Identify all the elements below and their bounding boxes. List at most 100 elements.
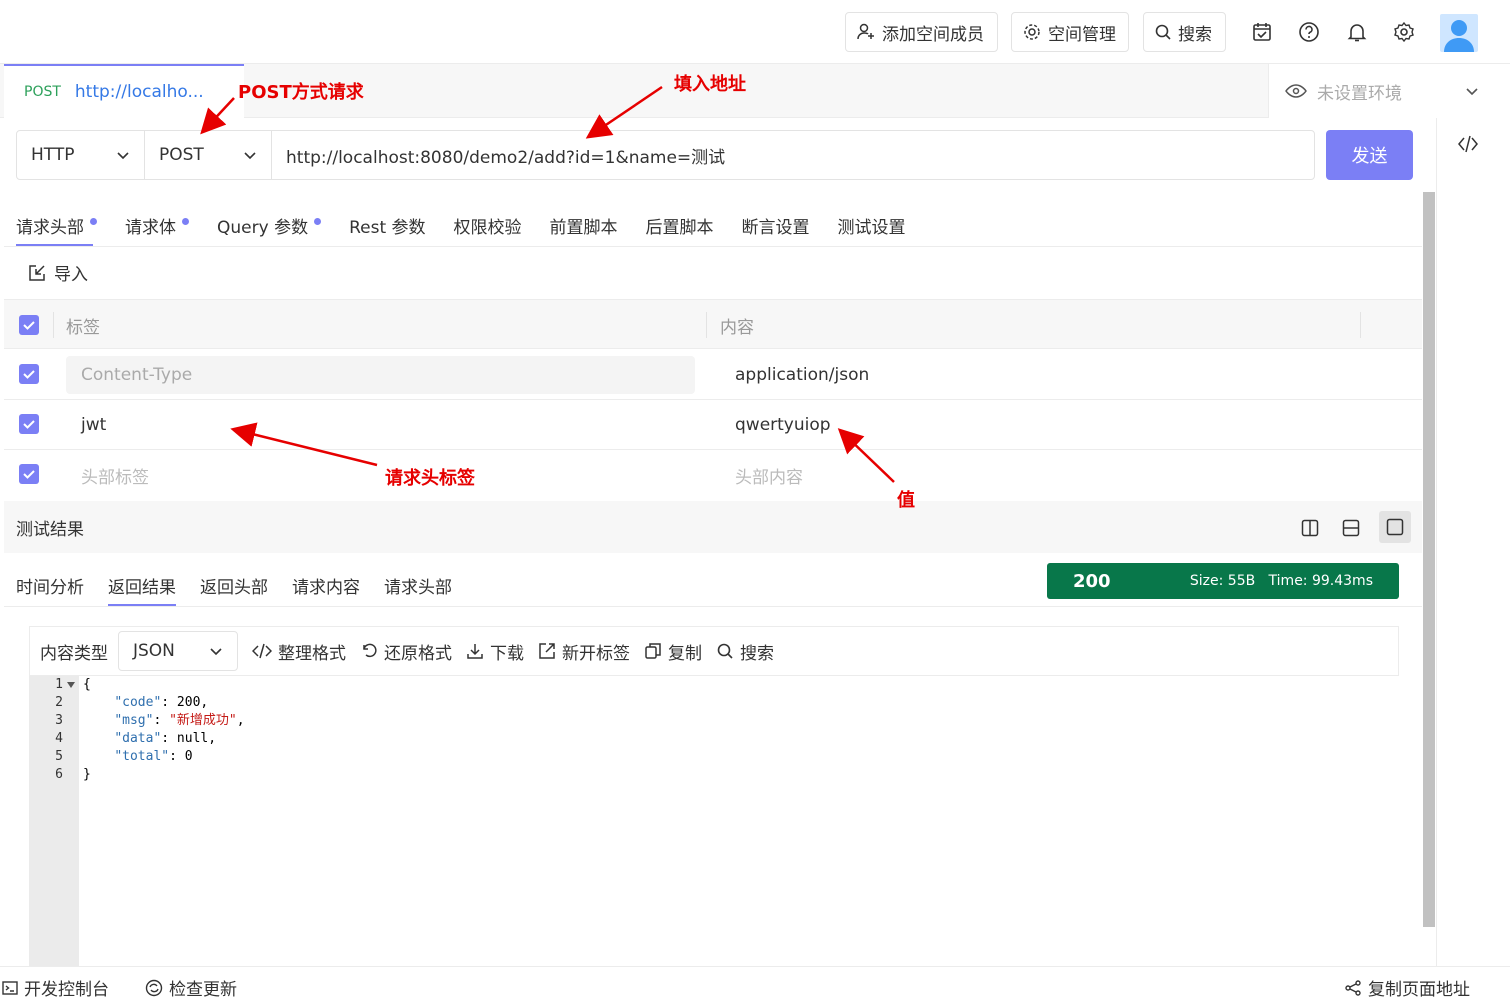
code-line: "total": 0 <box>114 749 193 764</box>
tab-request-content[interactable]: 请求内容 <box>292 564 360 606</box>
results-header: 测试结果 <box>4 501 1422 553</box>
header-search-button[interactable]: 搜索 <box>1143 12 1226 52</box>
header-key-input[interactable]: jwt <box>81 400 106 450</box>
add-member-button[interactable]: 添加空间成员 <box>845 12 998 52</box>
new-header-value-input[interactable]: 头部内容 <box>735 450 803 500</box>
tab-assertions[interactable]: 断言设置 <box>742 204 810 246</box>
copy-icon <box>644 642 662 660</box>
tab-pre-script[interactable]: 前置脚本 <box>550 204 618 246</box>
fold-arrow-icon[interactable] <box>67 682 75 688</box>
terminal-icon <box>2 980 18 996</box>
tab-auth[interactable]: 权限校验 <box>454 204 522 246</box>
method-select[interactable]: POST <box>145 131 272 179</box>
request-url-bar: HTTP POST http://localhost:8080/demo2/ad… <box>16 130 1315 180</box>
code-line: "code": 200, <box>114 695 209 710</box>
row-checkbox[interactable] <box>19 464 39 484</box>
indicator-dot <box>90 217 97 225</box>
chevron-down-icon <box>116 148 130 162</box>
update-icon <box>145 979 163 997</box>
calendar-icon[interactable] <box>1250 20 1274 44</box>
undo-icon <box>360 642 378 660</box>
help-icon[interactable] <box>1297 20 1321 44</box>
space-manage-button[interactable]: 空间管理 <box>1011 12 1129 52</box>
scrollbar[interactable] <box>1423 192 1435 927</box>
dev-console-button[interactable]: 开发控制台 <box>2 975 109 1000</box>
tab-sent-headers[interactable]: 请求头部 <box>384 564 452 606</box>
split-vertical-icon[interactable] <box>1296 514 1324 542</box>
annotation-post: POST方式请求 <box>238 82 364 103</box>
check-update-button[interactable]: 检查更新 <box>145 975 237 1000</box>
send-button[interactable]: 发送 <box>1326 130 1413 180</box>
tab-timing[interactable]: 时间分析 <box>16 564 84 606</box>
request-tab-url: http://localho... <box>74 82 204 102</box>
content-type-select[interactable]: JSON <box>118 631 238 671</box>
column-value-header: 内容 <box>720 317 754 338</box>
indicator-dot <box>314 217 322 225</box>
chevron-down-icon <box>1465 84 1479 98</box>
request-tab[interactable]: POST http://localho... <box>4 64 244 118</box>
open-new-tab-button[interactable]: 新开标签 <box>538 639 630 664</box>
request-subtabs: 请求头部 请求体 Query 参数 Rest 参数 权限校验 前置脚本 后置脚本… <box>16 204 934 246</box>
download-label: 下载 <box>490 643 524 664</box>
response-toolbar: 内容类型 JSON 整理格式 还原格式 下载 新开标签 复制 搜索 <box>29 626 1399 676</box>
bell-icon[interactable] <box>1345 20 1369 44</box>
tab-query-params[interactable]: Query 参数 <box>217 204 322 246</box>
column-divider <box>706 312 707 338</box>
download-button[interactable]: 下载 <box>466 639 524 664</box>
maximize-icon[interactable] <box>1379 511 1411 543</box>
tab-request-headers[interactable]: 请求头部 <box>16 204 97 246</box>
restore-format-button[interactable]: 还原格式 <box>360 639 452 664</box>
url-input[interactable]: http://localhost:8080/demo2/add?id=1&nam… <box>272 131 1314 179</box>
content-type-value: JSON <box>133 641 175 661</box>
tab-response-headers[interactable]: 返回头部 <box>200 564 268 606</box>
select-all-checkbox[interactable] <box>19 315 39 335</box>
tab-rest-params[interactable]: Rest 参数 <box>349 204 425 246</box>
settings-icon[interactable] <box>1392 20 1416 44</box>
tab-request-body[interactable]: 请求体 <box>125 204 189 246</box>
line-number: 6 <box>55 767 63 782</box>
line-number: 3 <box>55 713 63 728</box>
bottom-bar: 开发控制台 检查更新 复制页面地址 <box>0 966 1510 1002</box>
tab-test-settings[interactable]: 测试设置 <box>838 204 906 246</box>
row-checkbox[interactable] <box>19 414 39 434</box>
code-icon[interactable] <box>1457 134 1479 154</box>
copy-url-button[interactable]: 复制页面地址 <box>1344 975 1470 1000</box>
environment-select[interactable]: 未设置环境 <box>1268 64 1510 118</box>
import-button[interactable]: 导入 <box>28 260 88 285</box>
tab-label: 后置脚本 <box>645 217 714 238</box>
tab-label: 测试设置 <box>837 217 906 238</box>
copy-button[interactable]: 复制 <box>644 639 702 664</box>
check-update-label: 检查更新 <box>169 980 237 1000</box>
tab-response-body[interactable]: 返回结果 <box>108 564 176 606</box>
results-tabs: 时间分析 返回结果 返回头部 请求内容 请求头部 <box>16 564 476 606</box>
chevron-down-icon <box>243 148 257 162</box>
line-number: 1 <box>55 677 63 692</box>
header-key-input[interactable]: Content-Type <box>66 356 695 394</box>
column-key-header: 标签 <box>66 317 100 338</box>
annotation-fill-url: 填入地址 <box>674 74 746 95</box>
row-checkbox[interactable] <box>19 364 39 384</box>
tab-post-script[interactable]: 后置脚本 <box>646 204 714 246</box>
indicator-dot <box>182 217 189 225</box>
status-code: 200 <box>1073 570 1111 592</box>
new-header-key-input[interactable]: 头部标签 <box>81 450 149 500</box>
import-label: 导入 <box>54 265 88 285</box>
line-number-gutter: 1 2 3 4 5 6 <box>29 676 79 966</box>
restore-format-label: 还原格式 <box>384 643 452 664</box>
response-search-button[interactable]: 搜索 <box>716 639 774 664</box>
tab-label: 断言设置 <box>741 217 810 238</box>
format-button[interactable]: 整理格式 <box>252 639 346 664</box>
header-value-input[interactable]: qwertyuiop <box>735 400 831 450</box>
response-search-label: 搜索 <box>740 643 774 664</box>
column-divider <box>53 312 54 338</box>
code-line: "msg": "新增成功", <box>114 713 245 728</box>
header-value-input[interactable]: application/json <box>735 350 869 400</box>
protocol-select[interactable]: HTTP <box>17 131 145 179</box>
avatar[interactable] <box>1440 14 1478 52</box>
method-value: POST <box>159 145 204 165</box>
response-code-editor[interactable]: { "code": 200, "msg": "新增成功", "data": nu… <box>79 676 1399 966</box>
split-horizontal-icon[interactable] <box>1337 514 1365 542</box>
column-divider <box>1360 312 1361 338</box>
headers-table-head: 标签 内容 <box>4 299 1422 349</box>
response-meta: Size: 55B Time: 99.43ms <box>1189 573 1373 589</box>
